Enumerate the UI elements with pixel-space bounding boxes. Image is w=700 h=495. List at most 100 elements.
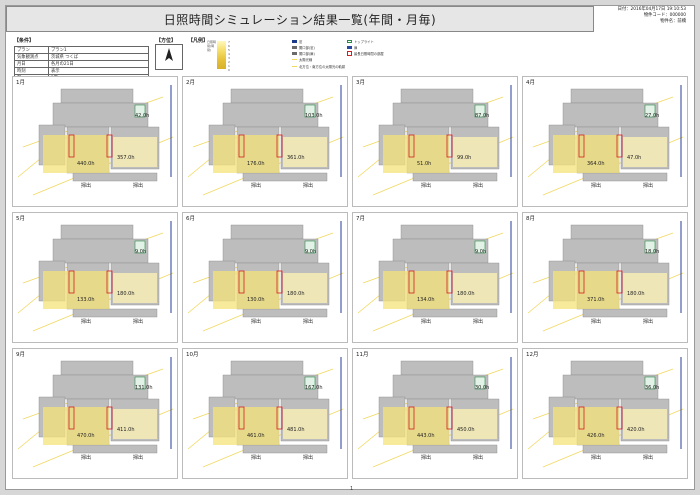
month-panel: 11月 443.0h 450.0h 30.0h 掃出 掃出 (352, 348, 518, 479)
value-label: 掃出 (133, 318, 143, 325)
value-label: 36.0h (645, 385, 659, 391)
value-label: 9.0h (305, 249, 316, 255)
room-block (412, 308, 498, 318)
month-panel: 6月 130.0h 180.0h 9.0h 掃出 掃出 (182, 212, 348, 343)
value-label: 9.0h (475, 249, 486, 255)
sunlight-area (553, 135, 619, 173)
sunlight-area (283, 137, 327, 167)
room-block (72, 308, 158, 318)
room-block (400, 224, 474, 240)
sunlight-area (113, 409, 157, 439)
sunlight-area (453, 137, 497, 167)
value-label: 99.0h (457, 155, 471, 161)
room-block (400, 88, 474, 104)
direction-heading: 【方位】 (156, 38, 177, 44)
sunlight-area (213, 135, 279, 173)
legend-item-opening-door: 開口部(扉) (292, 51, 315, 56)
value-label: 掃出 (591, 182, 601, 189)
condition-key: プラン (14, 46, 49, 54)
month-panel: 12月 426.0h 420.0h 36.0h 掃出 掃出 (522, 348, 688, 479)
value-label: 180.0h (457, 291, 474, 297)
room-block (582, 308, 668, 318)
value-label: 掃出 (81, 182, 91, 189)
plan-group: 51.0h 99.0h 87.0h 掃出 掃出 (357, 85, 514, 196)
condition-value: 各月の21日 (48, 60, 149, 68)
floor-plan: 371.0h 180.0h 18.0h 掃出 掃出 (527, 221, 684, 332)
room-block (72, 172, 158, 182)
room-block (60, 88, 134, 104)
value-label: 443.0h (417, 433, 434, 439)
value-label: 掃出 (81, 318, 91, 325)
value-label: 450.0h (457, 427, 474, 433)
sunlight-area (553, 407, 619, 445)
room-block (412, 444, 498, 454)
condition-value: 表示 (48, 67, 149, 75)
room-block (60, 224, 134, 240)
plan-group: 130.0h 180.0h 9.0h 掃出 掃出 (187, 221, 344, 332)
plan-group: 470.0h 411.0h 131.0h 掃出 掃出 (17, 357, 174, 468)
value-label: 42.0h (135, 113, 149, 119)
room-block (222, 102, 319, 128)
value-label: 掃出 (421, 182, 431, 189)
legend-swatch (347, 51, 352, 56)
value-label: 掃出 (473, 182, 483, 189)
floor-plan: 443.0h 450.0h 30.0h 掃出 掃出 (357, 357, 514, 468)
room-block (52, 374, 149, 400)
sunlight-color-ramp (217, 41, 226, 69)
value-label: 180.0h (627, 291, 644, 297)
plan-group: 364.0h 47.0h 27.0h 掃出 掃出 (527, 85, 684, 196)
room-block (242, 172, 328, 182)
legend-item-trajectory: 北方位・南方位の太陽光の軌跡 (292, 64, 345, 69)
legend-swatch (292, 66, 297, 67)
floor-plan: 51.0h 99.0h 87.0h 掃出 掃出 (357, 85, 514, 196)
sunlight-area (113, 273, 157, 303)
room-block (562, 238, 659, 264)
sunlight-area (213, 271, 279, 309)
value-label: 180.0h (287, 291, 304, 297)
legend-item-longest-room: 最長日照時間の部屋 (347, 51, 384, 56)
plan-group: 371.0h 180.0h 18.0h 掃出 掃出 (527, 221, 684, 332)
sunlight-area (553, 271, 619, 309)
legend-swatch (347, 40, 352, 43)
plan-group: 461.0h 481.0h 167.0h 掃出 掃出 (187, 357, 344, 468)
value-label: 51.0h (417, 161, 431, 167)
conditions-heading: 【条件】 (14, 38, 35, 44)
conditions-row: 月日 各月の21日 (14, 60, 149, 68)
room-block (582, 444, 668, 454)
sunlight-area (623, 273, 667, 303)
floor-plan: 176.0h 361.0h 103.0h 掃出 掃出 (187, 85, 344, 196)
plan-group: 176.0h 361.0h 103.0h 掃出 掃出 (187, 85, 344, 196)
value-label: 364.0h (587, 161, 604, 167)
page-title: 日照時間シミュレーション結果一覧(年間・月毎) (163, 12, 437, 27)
conditions-row: プラン プラン1 (14, 46, 149, 54)
value-label: 掃出 (421, 318, 431, 325)
sunlight-area (283, 409, 327, 439)
room-block (570, 360, 644, 376)
condition-key: 月日 (14, 60, 49, 68)
month-panel: 5月 133.0h 180.0h 9.0h 掃出 掃出 (12, 212, 178, 343)
value-label: 掃出 (81, 454, 91, 461)
value-label: 掃出 (251, 454, 261, 461)
value-label: 18.0h (645, 249, 659, 255)
floor-plan: 364.0h 47.0h 27.0h 掃出 掃出 (527, 85, 684, 196)
value-label: 掃出 (303, 318, 313, 325)
sunlight-area (623, 409, 667, 439)
condition-value: プラン1 (48, 46, 149, 54)
condition-key: 気象観測点 (14, 53, 49, 61)
room-block (52, 238, 149, 264)
floor-plan: 440.0h 357.0h 42.0h 掃出 掃出 (17, 85, 174, 196)
legend-swatch (292, 40, 297, 43)
value-label: 掃出 (473, 454, 483, 461)
value-label: 176.0h (247, 161, 264, 167)
legend-item-window: 窓 (292, 39, 302, 44)
room-block (412, 172, 498, 182)
plan-group: 426.0h 420.0h 36.0h 掃出 掃出 (527, 357, 684, 468)
sunlight-area (383, 271, 449, 309)
legend-swatch (292, 52, 297, 55)
month-panel: 10月 461.0h 481.0h 167.0h 掃出 掃出 (182, 348, 348, 479)
conditions-row: 時刻 表示 (14, 67, 149, 75)
value-label: 27.0h (645, 113, 659, 119)
sunlight-area (383, 135, 449, 173)
room-block (570, 224, 644, 240)
value-label: 9.0h (135, 249, 146, 255)
